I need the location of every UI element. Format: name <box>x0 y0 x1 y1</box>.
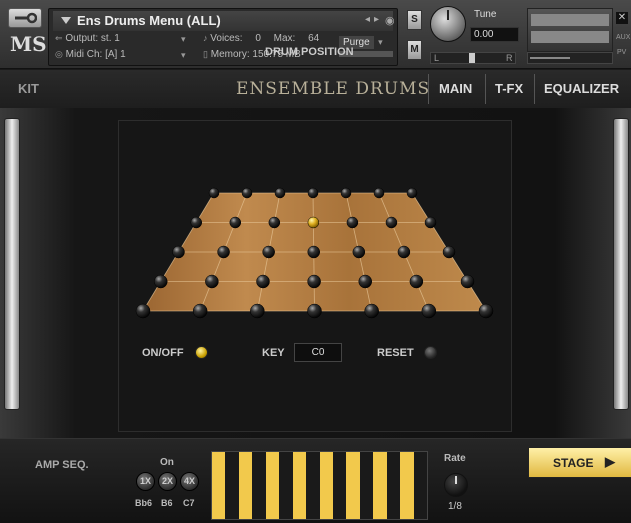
rate-2x-button[interactable]: 2X <box>158 472 177 491</box>
position-point[interactable] <box>352 245 366 259</box>
sequencer-step[interactable] <box>225 452 239 519</box>
key-label: KEY <box>262 347 285 359</box>
sequencer-step[interactable] <box>319 452 333 519</box>
sequencer-step[interactable] <box>265 452 280 519</box>
position-point[interactable] <box>241 187 253 199</box>
note-label: B6 <box>161 498 173 508</box>
position-point[interactable] <box>229 216 242 229</box>
position-point[interactable] <box>262 245 275 259</box>
position-point[interactable] <box>340 187 352 199</box>
position-point[interactable] <box>442 245 456 259</box>
play-arrow-icon: ▶ <box>605 454 615 469</box>
position-point[interactable] <box>250 303 265 319</box>
sequencer-step[interactable] <box>373 452 387 519</box>
sequencer-step[interactable] <box>400 452 414 519</box>
rate-knob-pointer <box>455 476 457 484</box>
sequencer-step[interactable] <box>212 452 226 519</box>
rate-4x-button[interactable]: 4X <box>180 472 199 491</box>
rate-label: Rate <box>444 453 466 464</box>
sequencer-step[interactable] <box>292 452 307 519</box>
position-point[interactable] <box>424 216 437 229</box>
rate-knob[interactable] <box>444 473 468 497</box>
sequencer-step[interactable] <box>386 452 401 519</box>
position-point[interactable] <box>421 303 437 319</box>
sequencer-step[interactable] <box>413 452 427 519</box>
position-point[interactable] <box>307 187 319 199</box>
rate-1x-button[interactable]: 1X <box>136 472 155 491</box>
position-point[interactable] <box>307 274 321 289</box>
on-off-toggle[interactable] <box>195 346 208 359</box>
sequencer-step[interactable] <box>346 452 360 519</box>
position-point[interactable] <box>373 187 385 199</box>
position-point[interactable] <box>460 274 475 289</box>
amp-seq-bar: AMP SEQ. On 1X 2X 4X Bb6 B6 C7 Rate 1/8 … <box>0 438 631 523</box>
step-sequencer[interactable] <box>211 451 428 520</box>
sequencer-step[interactable] <box>332 452 347 519</box>
position-point[interactable] <box>205 274 219 289</box>
sequencer-step[interactable] <box>359 452 374 519</box>
sequencer-step[interactable] <box>238 452 253 519</box>
position-point[interactable] <box>406 187 418 199</box>
position-point[interactable] <box>397 245 411 259</box>
amp-seq-label: AMP SEQ. <box>35 459 89 471</box>
position-point[interactable] <box>172 245 185 259</box>
position-point[interactable] <box>190 216 202 229</box>
sequencer-step[interactable] <box>252 452 266 519</box>
amp-seq-on-label: On <box>160 457 174 468</box>
position-point[interactable] <box>268 216 281 229</box>
position-point[interactable] <box>409 274 424 289</box>
position-point[interactable] <box>154 274 168 289</box>
sequencer-step[interactable] <box>306 452 320 519</box>
position-point-selected[interactable] <box>307 216 320 229</box>
note-label: C7 <box>183 498 195 508</box>
note-label: Bb6 <box>135 498 153 508</box>
position-point[interactable] <box>307 303 322 319</box>
rate-value: 1/8 <box>448 501 462 512</box>
position-point[interactable] <box>256 274 270 289</box>
position-point[interactable] <box>192 303 208 319</box>
stage-label: STAGE <box>553 456 594 470</box>
position-point[interactable] <box>307 245 320 259</box>
position-point[interactable] <box>364 303 379 319</box>
position-point[interactable] <box>274 187 286 199</box>
position-point[interactable] <box>135 303 151 319</box>
sequencer-step[interactable] <box>279 452 293 519</box>
stage-button[interactable]: STAGE ▶ <box>528 447 631 478</box>
position-point[interactable] <box>346 216 359 229</box>
position-point[interactable] <box>208 187 220 199</box>
position-point[interactable] <box>385 216 398 229</box>
on-off-label: ON/OFF <box>142 347 184 359</box>
position-point[interactable] <box>478 303 494 319</box>
reset-button[interactable] <box>424 346 437 359</box>
position-point[interactable] <box>217 245 230 259</box>
position-point[interactable] <box>358 274 372 289</box>
key-value-field[interactable]: C0 <box>294 343 342 362</box>
reset-label: RESET <box>377 347 414 359</box>
